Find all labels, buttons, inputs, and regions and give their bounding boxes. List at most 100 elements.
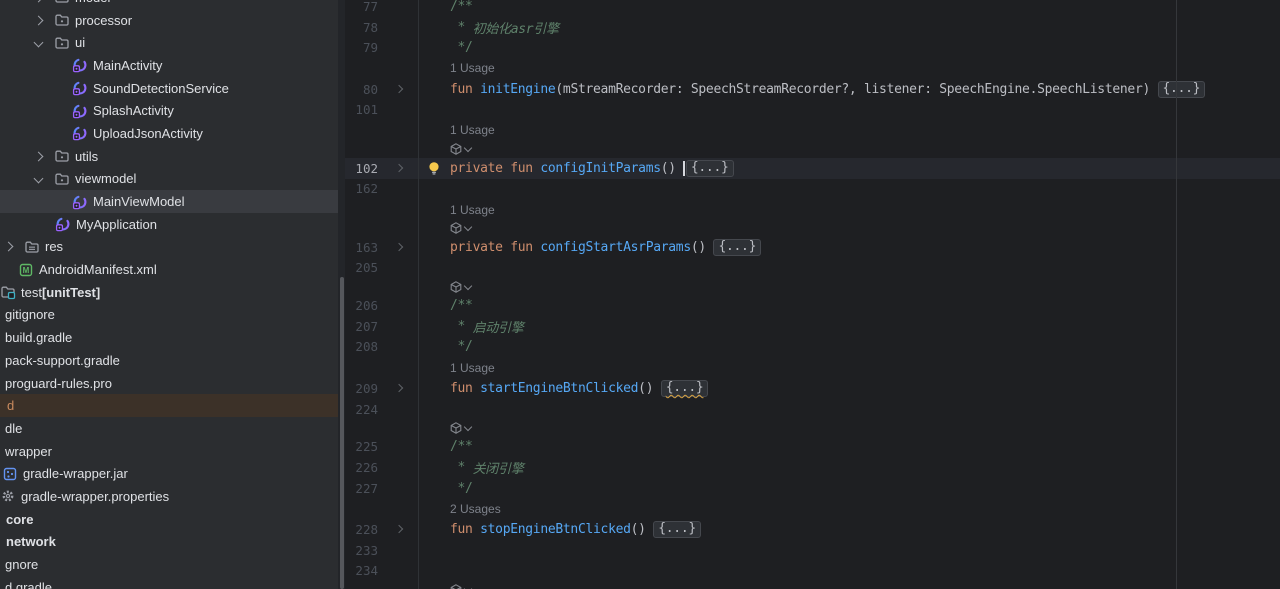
folded-code-badge[interactable]: {...}	[713, 239, 761, 256]
related-symbols-inlay[interactable]	[450, 220, 471, 237]
code-text: */	[450, 481, 473, 496]
code-line-206[interactable]: 206/**	[345, 295, 1280, 316]
tree-item-wrapper[interactable]: wrapper	[0, 440, 341, 463]
code-line-228[interactable]: 228fun stopEngineBtnClicked() {...}	[345, 519, 1280, 540]
tree-item-viewmodel[interactable]: viewmodel	[0, 168, 341, 191]
tree-item-uploadjsonactivity[interactable]: UploadJsonActivity	[0, 122, 341, 145]
tree-item-mainactivity[interactable]: MainActivity	[0, 54, 341, 77]
tree-item-dle[interactable]: dle	[0, 417, 341, 440]
manifest-icon: M	[18, 262, 34, 278]
usages-hint[interactable]: 1 Usage	[450, 357, 495, 378]
related-symbols-inlay[interactable]	[450, 278, 471, 295]
code-line-205[interactable]: 205	[345, 258, 1280, 279]
code-text: fun initEngine(mStreamRecorder: SpeechSt…	[450, 81, 1205, 98]
code-token: initEngine	[480, 82, 555, 97]
tree-item-mainviewmodel[interactable]: MainViewModel	[0, 190, 341, 213]
code-line-209[interactable]: 209fun startEngineBtnClicked() {...}	[345, 378, 1280, 399]
code-line-80[interactable]: 80 fun initEngine(mStreamRecorder: Speech…	[345, 79, 1280, 100]
text-caret	[683, 161, 685, 176]
code-line-162[interactable]: 162	[345, 179, 1280, 200]
fold-arrow-icon[interactable]	[395, 164, 403, 172]
code-line-163[interactable]: 163private fun configStartAsrParams() {.…	[345, 237, 1280, 258]
code-editor[interactable]: 77/**78 * 初始化asr引擎79 */1 Usage80fun init…	[345, 0, 1280, 589]
code-line-78[interactable]: 78 * 初始化asr引擎	[345, 17, 1280, 38]
inlay-hint-row	[345, 581, 1280, 589]
usages-hint[interactable]: 2 Usages	[450, 498, 501, 519]
chevron-right-icon[interactable]	[34, 15, 44, 25]
folder-icon	[54, 171, 70, 187]
tree-item-res[interactable]: res	[0, 236, 341, 259]
tree-item-network[interactable]: network	[0, 531, 341, 554]
fold-arrow-icon[interactable]	[395, 384, 403, 392]
tree-item-core[interactable]: core	[0, 508, 341, 531]
fold-arrow-icon[interactable]	[395, 243, 403, 251]
code-token: startEngineBtnClicked	[480, 381, 638, 396]
tree-item-gnore[interactable]: gnore	[0, 553, 341, 576]
code-line-79[interactable]: 79 */	[345, 37, 1280, 58]
code-line-77[interactable]: 77/**	[345, 0, 1280, 17]
tree-item-model[interactable]: model	[0, 0, 341, 9]
folded-code-badge[interactable]: {...}	[653, 521, 701, 538]
usages-hint[interactable]: 1 Usage	[450, 120, 495, 141]
tree-item-label: ui	[75, 35, 85, 50]
fold-arrow-icon[interactable]	[395, 525, 403, 533]
code-token: */	[450, 40, 473, 55]
code-line-102[interactable]: 102private fun configInitParams() {...}	[345, 158, 1280, 179]
tree-item-ui[interactable]: ui	[0, 31, 341, 54]
chevron-down-icon[interactable]	[34, 38, 44, 48]
related-symbols-inlay[interactable]	[450, 581, 471, 589]
code-token: ()	[631, 522, 654, 537]
tree-item-gradle-wrapper-jar[interactable]: gradle-wrapper.jar	[0, 462, 341, 485]
line-number: 206	[345, 298, 378, 313]
code-line-208[interactable]: 208 */	[345, 337, 1280, 358]
tree-item-myapplication[interactable]: MyApplication	[0, 213, 341, 236]
folder-icon	[54, 148, 70, 164]
tree-item-label: MainViewModel	[93, 194, 185, 209]
tree-item-d[interactable]: d	[0, 394, 341, 417]
code-line-234[interactable]: 234	[345, 561, 1280, 582]
usages-hint[interactable]: 1 Usage	[450, 199, 495, 220]
cube-icon	[450, 222, 462, 234]
related-symbols-inlay[interactable]	[450, 419, 471, 436]
line-number: 80	[345, 82, 378, 97]
code-line-226[interactable]: 226 * 关闭引擎	[345, 457, 1280, 478]
code-line-233[interactable]: 233	[345, 540, 1280, 561]
chevron-right-icon[interactable]	[34, 0, 44, 2]
chevron-down-icon[interactable]	[34, 174, 44, 184]
tree-item-androidmanifest-xml[interactable]: MAndroidManifest.xml	[0, 258, 341, 281]
tree-item-splashactivity[interactable]: SplashActivity	[0, 99, 341, 122]
tree-item-proguard-rules-pro[interactable]: proguard-rules.pro	[0, 372, 341, 395]
folded-code-badge[interactable]: {...}	[686, 160, 734, 177]
code-token: (mStreamRecorder: SpeechStreamRecorder?,…	[555, 82, 1157, 97]
code-text: * 初始化asr引擎	[450, 18, 559, 37]
tree-item-build-gradle[interactable]: build.gradle	[0, 326, 341, 349]
tree-item-processor[interactable]: processor	[0, 9, 341, 32]
chevron-down-icon-inlay	[464, 223, 472, 231]
tree-item-gitignore[interactable]: gitignore	[0, 304, 341, 327]
related-symbols-inlay[interactable]	[450, 141, 471, 158]
line-number: 79	[345, 40, 378, 55]
tree-item-label: MyApplication	[76, 217, 157, 232]
fold-arrow-icon[interactable]	[395, 85, 403, 93]
code-line-227[interactable]: 227 */	[345, 478, 1280, 499]
chevron-right-icon[interactable]	[34, 151, 44, 161]
tree-item-gradle-wrapper-properties[interactable]: gradle-wrapper.properties	[0, 485, 341, 508]
code-text: */	[450, 339, 473, 354]
tree-item-d-gradle[interactable]: d.gradle	[0, 576, 341, 589]
code-line-101[interactable]: 101	[345, 99, 1280, 120]
code-token: fun	[450, 522, 480, 537]
tree-item-sounddetectionservice[interactable]: SoundDetectionService	[0, 77, 341, 100]
usages-hint[interactable]: 1 Usage	[450, 58, 495, 79]
code-line-224[interactable]: 224	[345, 399, 1280, 420]
tree-item-utils[interactable]: utils	[0, 145, 341, 168]
code-line-225[interactable]: 225/**	[345, 436, 1280, 457]
tree-item-test[interactable]: test [unitTest]	[0, 281, 341, 304]
cube-icon	[450, 143, 462, 155]
code-line-207[interactable]: 207 * 启动引擎	[345, 316, 1280, 337]
folded-code-badge[interactable]: {...}	[1158, 81, 1206, 98]
intention-bulb-icon[interactable]	[426, 160, 442, 176]
tree-scrollbar-thumb[interactable]	[340, 277, 344, 589]
folded-code-badge[interactable]: {...}	[661, 380, 709, 397]
chevron-right-icon[interactable]	[4, 242, 14, 252]
tree-item-pack-support-gradle[interactable]: pack-support.gradle	[0, 349, 341, 372]
